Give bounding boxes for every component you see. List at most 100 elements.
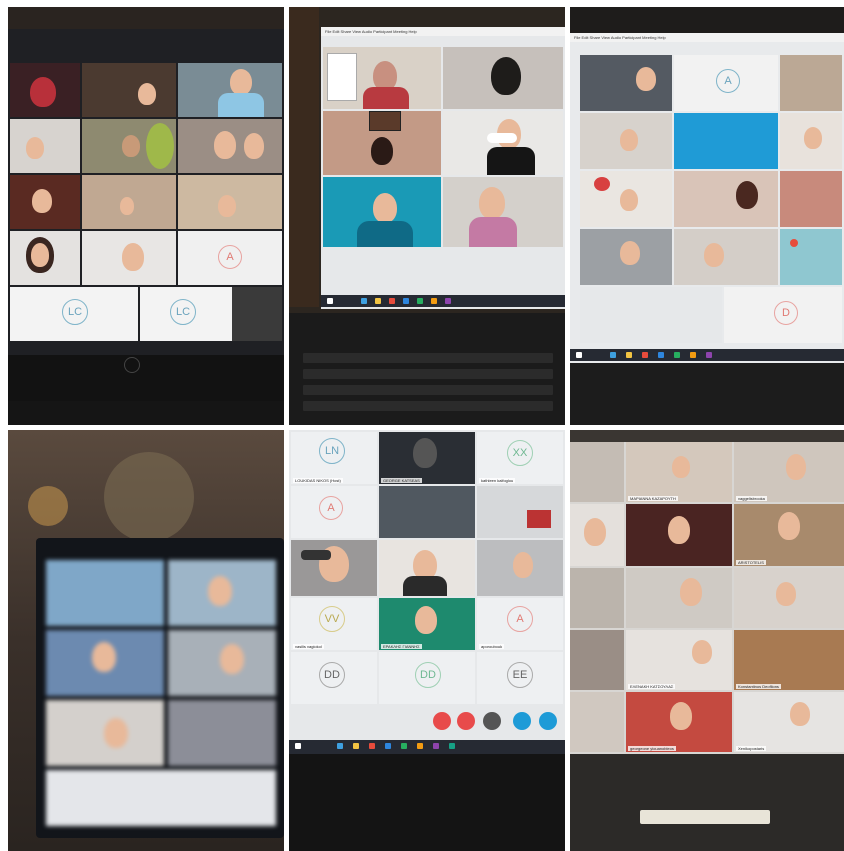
video-tile: D: [724, 287, 842, 343]
video-tile: [168, 700, 276, 766]
video-tile: [379, 540, 475, 596]
laptop-bezel: [570, 754, 844, 851]
participant-avatar: A: [716, 69, 740, 93]
keyboard: [8, 401, 284, 425]
laptop-screen: File Edit Share View Audio Participant M…: [570, 33, 844, 363]
video-tile: Konstantinos Deoflions: [734, 630, 844, 690]
video-tile: georgeone yiouanobleos: [626, 692, 732, 752]
video-tile: [168, 630, 276, 696]
video-tile: [46, 700, 164, 766]
video-tile: DD: [379, 652, 475, 704]
panel-bottom-right: ΜΑΡΙΑΝΝΑ ΚΑΖΑΡΟΥΤΗ vaggelisbrooka ARISTO…: [570, 430, 844, 851]
video-tile: [10, 175, 80, 229]
keyboard: [289, 754, 565, 851]
participant-avatar: LC: [62, 299, 88, 325]
participant-name: Xenikopostaris: [736, 746, 767, 751]
laptop-screen: ΜΑΡΙΑΝΝΑ ΚΑΖΑΡΟΥΤΗ vaggelisbrooka ARISTO…: [570, 442, 844, 754]
participant-avatar: XX: [507, 440, 533, 466]
video-tile: ΕΛΕΝΑΚΗ ΚΑΤΣΟΥΛΑΣ: [626, 630, 732, 690]
participant-avatar: A: [319, 496, 343, 520]
video-tile: [82, 231, 176, 285]
video-tile: [82, 175, 176, 229]
taskbar: [321, 295, 565, 307]
participant-name: kathleen kalfoglou: [479, 478, 516, 483]
participant-name: ΜΑΡΙΑΝΝΑ ΚΑΖΑΡΟΥΤΗ: [628, 496, 678, 501]
video-tile: XX kathleen kalfoglou: [477, 432, 563, 484]
panel-top-middle: File Edit Share View Audio Participant M…: [289, 7, 565, 425]
participant-name: aporoubouk: [479, 644, 505, 649]
video-tile: [82, 63, 176, 117]
video-tile: [379, 486, 475, 538]
video-tile: [323, 47, 441, 109]
video-tile: A: [291, 486, 377, 538]
panel-top-left: A LC LC: [8, 7, 284, 425]
video-tile: LC: [10, 287, 138, 341]
video-tile: [580, 113, 672, 169]
video-tile: [674, 171, 778, 227]
video-tile: [580, 171, 672, 227]
stop-video-button[interactable]: [457, 712, 475, 730]
video-tile: [178, 63, 282, 117]
video-tile: [82, 119, 176, 173]
video-tile: A: [178, 231, 282, 285]
video-tile: [477, 486, 563, 538]
video-tile: EE: [477, 652, 563, 704]
participant-name: vaggelisbrooka: [736, 496, 767, 501]
panel-top-right: File Edit Share View Audio Participant M…: [570, 7, 844, 425]
participant-name: ΕΛΕΝΑΚΗ ΚΑΤΣΟΥΛΑΣ: [628, 684, 676, 689]
video-tile: LN LOUKIDAS NIKOS (Host): [291, 432, 377, 484]
taskbar: [570, 349, 844, 361]
video-tile: [674, 229, 778, 285]
video-tile: [570, 630, 624, 690]
photo-collage: A LC LC File Edit Share View Audio Parti…: [0, 0, 844, 851]
participant-avatar: LC: [170, 299, 196, 325]
taskbar: [289, 740, 565, 754]
panel-bottom-middle: LN LOUKIDAS NIKOS (Host) GEORGE KATSEAS …: [289, 430, 565, 851]
video-tile: [570, 692, 624, 752]
video-tile: vaggelisbrooka: [734, 442, 844, 502]
participant-avatar: DD: [319, 662, 345, 688]
participant-avatar: A: [218, 245, 242, 269]
video-tile: [443, 47, 563, 109]
video-tile: [477, 540, 563, 596]
video-tile: [443, 111, 563, 175]
video-tile: [291, 540, 377, 596]
participant-name: vasilis vagiokol: [293, 644, 324, 649]
participants-button[interactable]: [513, 712, 531, 730]
participant-name: georgeone yiouanobleos: [628, 746, 676, 751]
video-tile: [10, 231, 80, 285]
laptop-screen: LN LOUKIDAS NIKOS (Host) GEORGE KATSEAS …: [289, 430, 565, 740]
video-tile: [580, 287, 722, 343]
video-tile: [46, 770, 276, 826]
video-tile: [10, 119, 80, 173]
more-button[interactable]: [539, 712, 557, 730]
video-tile: [780, 113, 842, 169]
video-tile: [580, 55, 672, 111]
menu-bar: File Edit Share View Audio Participant M…: [570, 33, 844, 42]
participant-name: LOUKIDAS NIKOS (Host): [293, 478, 343, 483]
share-screen-button[interactable]: [483, 712, 501, 730]
laptop-screen: A LC LC: [8, 29, 284, 355]
video-tile: [46, 560, 164, 626]
participant-name: GEORGE KATSEAS: [381, 478, 422, 483]
participant-avatar: D: [774, 301, 798, 325]
video-tile: [626, 504, 732, 566]
video-tile: [443, 177, 563, 247]
video-tile: Xenikopostaris: [734, 692, 844, 752]
video-tile: ΕΡΑΚΛΗΣ ΓΙΑΝΝΗΣ: [379, 598, 475, 650]
video-tile: [626, 568, 732, 628]
video-tile: VV vasilis vagiokol: [291, 598, 377, 650]
video-tile: LC: [140, 287, 282, 341]
video-tile: [780, 55, 842, 111]
mute-button[interactable]: [433, 712, 451, 730]
video-tile: A: [674, 55, 778, 111]
laptop-screen: File Edit Share View Audio Participant M…: [321, 27, 565, 309]
video-tile: [734, 568, 844, 628]
video-tile: [570, 568, 624, 628]
participant-name: Konstantinos Deoflions: [736, 684, 781, 689]
video-tile: DD: [291, 652, 377, 704]
video-tile: [570, 442, 624, 502]
video-tile: ΜΑΡΙΑΝΝΑ ΚΑΖΑΡΟΥΤΗ: [626, 442, 732, 502]
laptop-bezel: [570, 363, 844, 425]
video-tile: [570, 504, 624, 566]
